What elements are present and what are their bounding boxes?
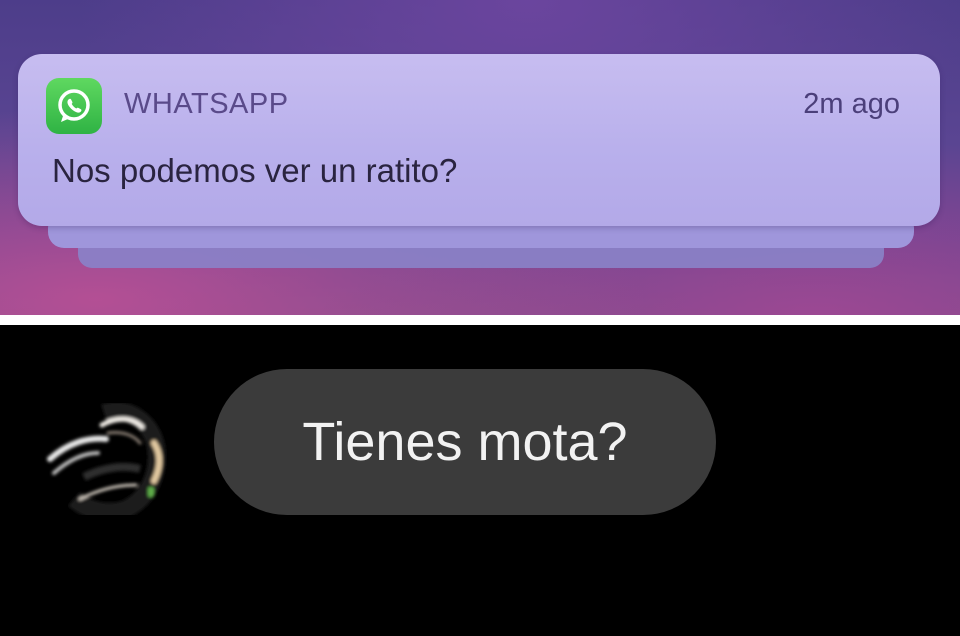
- notification-app-name: WHATSAPP: [124, 88, 289, 120]
- lock-screen-panel: WHATSAPP 2m ago Nos podemos ver un ratit…: [0, 0, 960, 315]
- whatsapp-notification[interactable]: WHATSAPP 2m ago Nos podemos ver un ratit…: [18, 54, 940, 226]
- chat-message-bubble[interactable]: Tienes mota?: [214, 369, 716, 515]
- notification-message: Nos podemos ver un ratito?: [52, 152, 458, 189]
- notification-time: 2m ago: [803, 88, 900, 120]
- panel-divider: [0, 315, 960, 325]
- avatar[interactable]: [44, 402, 172, 521]
- whatsapp-icon: [46, 78, 102, 134]
- chat-panel: Tienes mota?: [0, 325, 960, 636]
- chat-message-text: Tienes mota?: [302, 412, 628, 472]
